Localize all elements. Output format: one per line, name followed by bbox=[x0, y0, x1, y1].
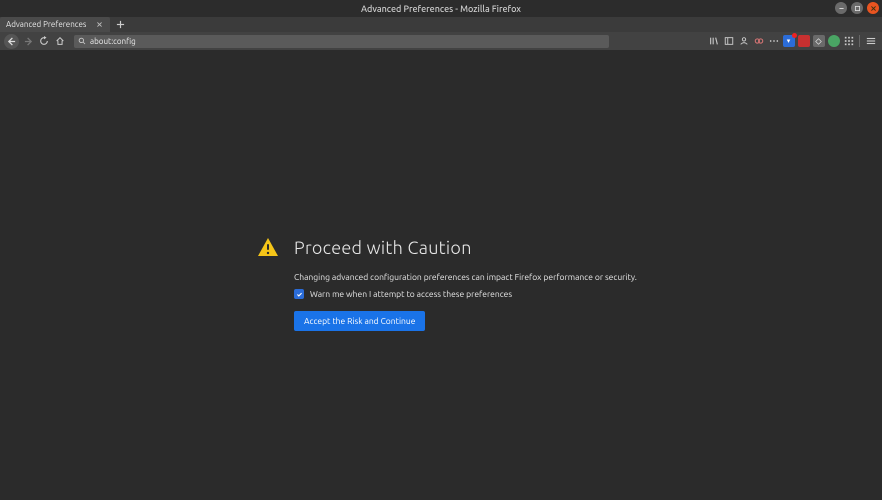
accept-risk-label: Accept the Risk and Continue bbox=[304, 316, 415, 326]
extension-icon[interactable] bbox=[751, 34, 766, 48]
library-button[interactable] bbox=[706, 34, 721, 48]
account-button[interactable] bbox=[736, 34, 751, 48]
home-button[interactable] bbox=[53, 34, 67, 48]
accept-risk-button[interactable]: Accept the Risk and Continue bbox=[294, 311, 425, 331]
warning-panel: Proceed with Caution Changing advanced c… bbox=[256, 236, 656, 331]
window-maximize-button[interactable] bbox=[851, 2, 863, 14]
warn-checkbox-label: Warn me when I attempt to access these p… bbox=[310, 289, 512, 299]
window-close-button[interactable] bbox=[867, 2, 879, 14]
page-title: Proceed with Caution bbox=[294, 238, 472, 258]
back-button[interactable] bbox=[4, 34, 19, 49]
menu-button[interactable] bbox=[863, 34, 878, 48]
window-controls bbox=[835, 2, 879, 14]
extension-badge-green[interactable] bbox=[826, 34, 841, 48]
extension-badge-blue[interactable]: ▾ bbox=[781, 34, 796, 48]
toolbar-right: ▾ bbox=[706, 34, 878, 48]
extension-grid-icon[interactable] bbox=[841, 34, 856, 48]
url-bar[interactable]: about:config bbox=[74, 35, 609, 48]
tab-strip: Advanced Preferences bbox=[0, 17, 882, 32]
window-minimize-button[interactable] bbox=[835, 2, 847, 14]
warn-checkbox-row: Warn me when I attempt to access these p… bbox=[294, 289, 656, 299]
window-title: Advanced Preferences - Mozilla Firefox bbox=[361, 4, 521, 14]
extension-badge-grey[interactable] bbox=[811, 34, 826, 48]
new-tab-button[interactable] bbox=[112, 17, 128, 32]
warning-icon bbox=[256, 236, 280, 260]
warning-header: Proceed with Caution bbox=[256, 236, 656, 260]
warn-checkbox[interactable] bbox=[294, 289, 304, 299]
forward-button[interactable] bbox=[21, 34, 35, 48]
overflow-button[interactable] bbox=[766, 34, 781, 48]
nav-toolbar: about:config ▾ bbox=[0, 32, 882, 50]
url-text: about:config bbox=[90, 37, 136, 46]
tab-close-button[interactable] bbox=[94, 20, 104, 30]
search-icon bbox=[78, 37, 86, 45]
sidebar-button[interactable] bbox=[721, 34, 736, 48]
page-content: Proceed with Caution Changing advanced c… bbox=[0, 50, 882, 500]
extension-badge-red[interactable] bbox=[796, 34, 811, 48]
reload-button[interactable] bbox=[37, 34, 51, 48]
tab-active[interactable]: Advanced Preferences bbox=[0, 17, 110, 32]
page-description: Changing advanced configuration preferen… bbox=[294, 272, 656, 282]
window-titlebar: Advanced Preferences - Mozilla Firefox bbox=[0, 0, 882, 17]
toolbar-separator bbox=[859, 35, 860, 47]
tab-label: Advanced Preferences bbox=[6, 20, 86, 29]
nav-buttons bbox=[4, 34, 67, 49]
